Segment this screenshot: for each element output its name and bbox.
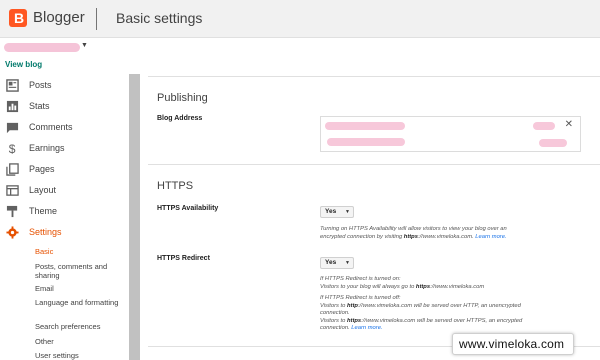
https-availability-select[interactable]: Yes ▼ — [320, 206, 354, 218]
https-redirect-label: HTTPS Redirect — [157, 255, 210, 262]
sidebar-scrollbar[interactable] — [129, 74, 140, 360]
sidebar-item-pages[interactable]: Pages — [0, 160, 128, 180]
help-line: If HTTPS Redirect is turned off: — [320, 295, 401, 301]
close-icon[interactable]: ✕ — [565, 119, 573, 130]
blog-address-field[interactable]: ✕ — [320, 116, 581, 152]
https-availability-help: Turning on HTTPS Availability will allow… — [320, 226, 590, 241]
settings-sub-search-preferences[interactable]: Search preferences — [35, 322, 125, 331]
blogger-logo-icon[interactable]: B — [9, 9, 27, 27]
sidebar-item-settings[interactable]: Settings — [0, 223, 128, 243]
comments-icon — [6, 122, 19, 134]
blog-picker: ▼ View blog — [0, 38, 600, 74]
blog-address-label: Blog Address — [157, 115, 203, 122]
chevron-down-icon: ▼ — [345, 260, 350, 266]
svg-text:$: $ — [9, 142, 16, 155]
sidebar-item-label: Layout — [29, 185, 57, 195]
page-title: Basic settings — [116, 10, 203, 26]
sidebar-item-comments[interactable]: Comments — [0, 118, 128, 138]
learn-more-link[interactable]: Learn more. — [475, 234, 506, 240]
sidebar-item-label: Stats — [29, 101, 50, 111]
settings-sub-user-settings[interactable]: User settings — [35, 351, 125, 360]
pages-icon — [6, 163, 19, 176]
sidebar-item-label: Settings — [29, 227, 62, 237]
chevron-down-icon: ▼ — [345, 209, 350, 215]
sidebar-item-label: Pages — [29, 164, 55, 174]
sidebar-nav: Posts Stats Comments $ Earnings Pages La… — [0, 74, 128, 360]
app-header: B Blogger Basic settings — [0, 0, 600, 38]
help-bold: http — [346, 302, 358, 309]
sidebar-item-theme[interactable]: Theme — [0, 202, 128, 222]
redacted-text — [539, 139, 567, 147]
watermark: www.vimeloka.com — [452, 333, 574, 355]
help-line: ://www.vimeloka.com. — [417, 233, 476, 240]
theme-icon — [6, 205, 18, 218]
sidebar-item-earnings[interactable]: $ Earnings — [0, 139, 128, 159]
settings-main: Publishing Blog Address ✕ HTTPS HTTPS Av… — [140, 74, 600, 360]
redacted-text — [327, 138, 405, 146]
help-line: encrypted connection by visiting — [320, 233, 404, 240]
logo-letter: B — [14, 10, 25, 26]
help-line: Visitors to your blog will always go to — [320, 283, 416, 290]
gear-icon — [6, 226, 19, 239]
https-redirect-help: If HTTPS Redirect is turned on: Visitors… — [320, 276, 590, 333]
sidebar-item-posts[interactable]: Posts — [0, 76, 128, 96]
sidebar-item-stats[interactable]: Stats — [0, 97, 128, 117]
app-brand[interactable]: Blogger — [33, 9, 85, 26]
publishing-section-title: Publishing — [157, 92, 208, 104]
help-line: ://www.vimeloka.com — [430, 283, 485, 290]
view-blog-link[interactable]: View blog — [5, 60, 42, 69]
section-divider — [148, 164, 600, 165]
help-line: Visitors to — [320, 302, 347, 309]
blog-dropdown-arrow-icon[interactable]: ▼ — [81, 42, 88, 49]
https-redirect-select[interactable]: Yes ▼ — [320, 257, 354, 269]
settings-sub-basic[interactable]: Basic — [35, 247, 125, 256]
settings-sub-posts-comments-sharing[interactable]: Posts, comments and sharing — [35, 262, 125, 280]
settings-sub-other[interactable]: Other — [35, 337, 125, 346]
redacted-text — [325, 122, 405, 130]
help-line: connection. — [320, 310, 350, 316]
select-value: Yes — [325, 208, 337, 215]
settings-sub-language-formatting[interactable]: Language and formatting — [35, 298, 125, 307]
help-line: ://www.vimeloka.com will be served over … — [361, 317, 523, 324]
sidebar-item-label: Posts — [29, 80, 52, 90]
watermark-text: www.vimeloka.com — [459, 337, 565, 351]
help-line: ://www.vimeloka.com will be served over … — [357, 302, 521, 309]
help-line: connection. — [320, 325, 350, 331]
dollar-icon: $ — [9, 142, 16, 155]
help-bold: https — [346, 317, 362, 324]
header-divider — [96, 8, 97, 30]
help-line: Visitors to — [320, 317, 347, 324]
help-line: If HTTPS Redirect is turned on: — [320, 276, 401, 282]
https-section-title: HTTPS — [157, 180, 194, 192]
sidebar-item-label: Theme — [29, 206, 58, 216]
sidebar-item-layout[interactable]: Layout — [0, 181, 128, 201]
redacted-text — [533, 122, 555, 130]
stats-icon — [6, 100, 19, 113]
help-bold: https — [403, 233, 418, 240]
help-bold: https — [415, 283, 431, 290]
posts-icon — [6, 79, 19, 92]
settings-sub-email[interactable]: Email — [35, 284, 125, 293]
layout-icon — [6, 185, 19, 196]
https-availability-label: HTTPS Availability — [157, 205, 219, 212]
select-value: Yes — [325, 259, 337, 266]
blog-name-redacted[interactable] — [4, 43, 80, 52]
sidebar-item-label: Earnings — [29, 143, 65, 153]
learn-more-link[interactable]: Learn more. — [351, 325, 382, 331]
sidebar-item-label: Comments — [29, 122, 73, 132]
help-line: Turning on HTTPS Availability will allow… — [320, 226, 507, 232]
section-divider — [148, 76, 600, 77]
